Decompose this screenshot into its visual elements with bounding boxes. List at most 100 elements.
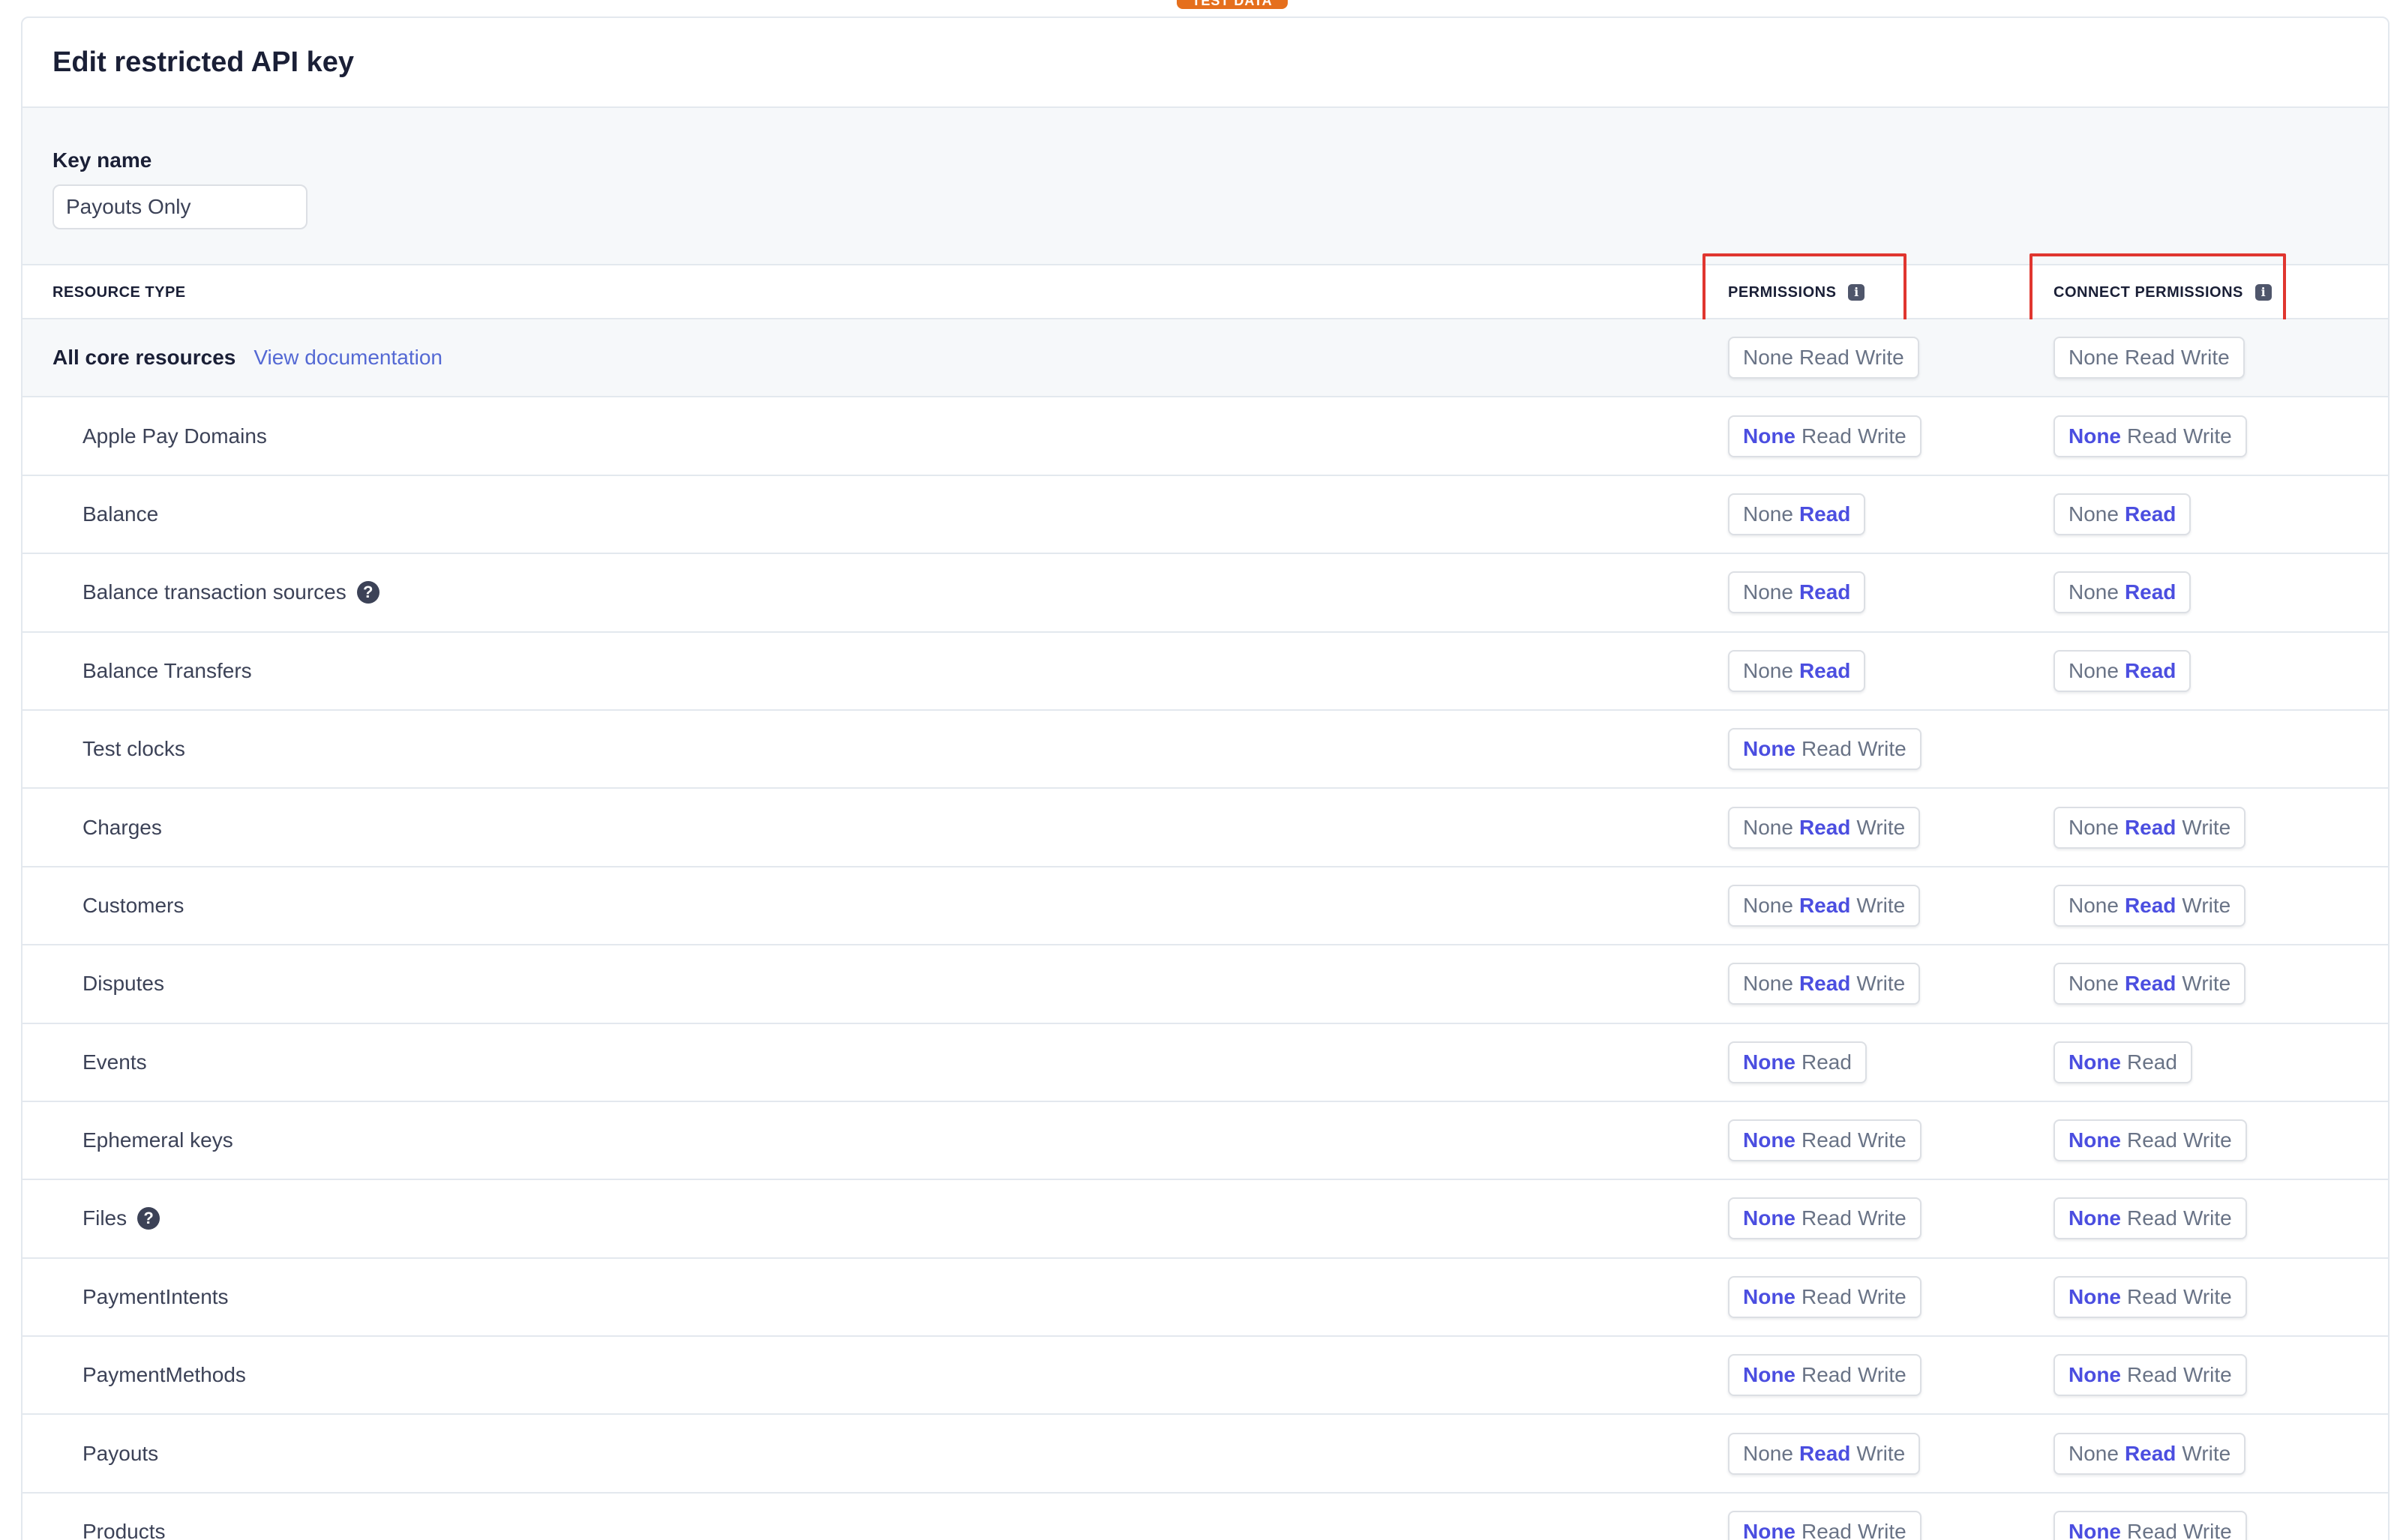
option-none[interactable]: None [2068,1128,2121,1152]
core-connect-permissions-segmented-control[interactable]: None Read Write [2054,337,2245,379]
option-read[interactable]: Read [1802,1206,1852,1230]
permissions-segmented-control[interactable]: None Read Write [1728,806,1921,849]
permissions-segmented-control[interactable]: None Read Write [1728,1197,1922,1240]
option-none[interactable]: None [1743,1050,1796,1074]
option-none[interactable]: None [2068,816,2119,840]
option-write[interactable]: Write [1858,1128,1906,1152]
option-none[interactable]: None [2068,580,2119,604]
connect-permissions-segmented-control[interactable]: None Read [2054,493,2192,535]
option-write[interactable]: Write [2183,424,2232,448]
option-read[interactable]: Read [2125,502,2176,526]
option-write[interactable]: Write [1858,737,1906,761]
permissions-segmented-control[interactable]: None Read Write [1728,1511,1922,1540]
connect-permissions-segmented-control[interactable]: None Read Write [2054,1275,2247,1318]
help-icon[interactable]: ? [356,581,380,604]
option-none[interactable]: None [2068,1442,2119,1466]
connect-permissions-segmented-control[interactable]: None Read Write [2054,1197,2247,1240]
option-write[interactable]: Write [2183,1206,2232,1230]
key-name-input[interactable] [52,184,308,229]
option-none[interactable]: None [1743,659,1793,683]
permissions-segmented-control[interactable]: None Read [1728,1041,1867,1083]
option-write[interactable]: Write [2182,816,2230,840]
option-none[interactable]: None [2068,1206,2121,1230]
option-read[interactable]: Read [2127,1363,2177,1387]
option-read[interactable]: Read [1802,1128,1852,1152]
connect-permissions-segmented-control[interactable]: None Read Write [2054,884,2246,927]
option-read[interactable]: Read [1802,424,1852,448]
option-read[interactable]: Read [2127,1050,2177,1074]
option-none[interactable]: None [1743,737,1796,761]
option-none[interactable]: None [2068,1520,2121,1540]
permissions-segmented-control[interactable]: None Read Write [1728,415,1922,457]
option-read[interactable]: Read [2127,1285,2177,1309]
option-none[interactable]: None [1743,424,1796,448]
option-read[interactable]: Read [1802,1520,1852,1540]
option-read[interactable]: Read [1799,502,1850,526]
option-write[interactable]: Write [1858,1520,1906,1540]
option-read[interactable]: Read [1799,659,1850,683]
option-write[interactable]: Write [2183,1128,2232,1152]
option-read[interactable]: Read [1802,737,1852,761]
option-write[interactable]: Write [2183,1285,2232,1309]
permissions-segmented-control[interactable]: None Read Write [1728,963,1921,1005]
connect-permissions-segmented-control[interactable]: None Read Write [2054,963,2246,1005]
option-read[interactable]: Read [2125,659,2176,683]
option-read[interactable]: Read [2125,972,2176,996]
option-none[interactable]: None [2068,894,2119,918]
option-read[interactable]: Read [2127,1520,2177,1540]
option-none[interactable]: None [1743,1285,1796,1309]
option-read[interactable]: Read [1799,972,1850,996]
permissions-segmented-control[interactable]: None Read Write [1728,1275,1922,1318]
option-none[interactable]: None [1743,580,1793,604]
option-read[interactable]: Read [2125,816,2176,840]
option-read[interactable]: Read [1802,1050,1852,1074]
option-read[interactable]: Read [1799,580,1850,604]
option-write[interactable]: Write [1858,424,1906,448]
option-write[interactable]: Write [1856,346,1904,370]
permissions-segmented-control[interactable]: None Read Write [1728,1119,1922,1162]
option-none[interactable]: None [2068,502,2119,526]
option-none[interactable]: None [1743,502,1793,526]
option-none[interactable]: None [2068,1363,2121,1387]
connect-permissions-segmented-control[interactable]: None Read [2054,571,2192,614]
option-none[interactable]: None [1743,346,1793,370]
option-read[interactable]: Read [2125,1442,2176,1466]
option-none[interactable]: None [1743,1206,1796,1230]
connect-permissions-segmented-control[interactable]: None Read Write [2054,1511,2247,1540]
permissions-segmented-control[interactable]: None Read Write [1728,1354,1922,1397]
option-none[interactable]: None [1743,1442,1793,1466]
option-none[interactable]: None [2068,1050,2121,1074]
connect-permissions-segmented-control[interactable]: None Read Write [2054,415,2247,457]
connect-permissions-segmented-control[interactable]: None Read [2054,1041,2192,1083]
option-read[interactable]: Read [1802,1285,1852,1309]
option-none[interactable]: None [1743,972,1793,996]
option-read[interactable]: Read [1799,894,1850,918]
option-write[interactable]: Write [1856,894,1905,918]
option-read[interactable]: Read [1799,816,1850,840]
option-write[interactable]: Write [2183,1363,2232,1387]
option-none[interactable]: None [2068,346,2119,370]
core-permissions-segmented-control[interactable]: None Read Write [1728,337,1919,379]
connect-permissions-segmented-control[interactable]: None Read Write [2054,806,2246,849]
option-none[interactable]: None [2068,1285,2121,1309]
option-none[interactable]: None [1743,1128,1796,1152]
option-none[interactable]: None [2068,659,2119,683]
permissions-segmented-control[interactable]: None Read Write [1728,1432,1921,1475]
option-read[interactable]: Read [2125,346,2175,370]
option-read[interactable]: Read [1799,346,1850,370]
option-write[interactable]: Write [2182,894,2230,918]
option-none[interactable]: None [1743,1363,1796,1387]
option-read[interactable]: Read [2127,1128,2177,1152]
option-read[interactable]: Read [2127,424,2177,448]
option-write[interactable]: Write [1856,1442,1905,1466]
option-read[interactable]: Read [2127,1206,2177,1230]
option-write[interactable]: Write [2181,346,2230,370]
option-read[interactable]: Read [1802,1363,1852,1387]
option-write[interactable]: Write [2182,972,2230,996]
connect-permissions-segmented-control[interactable]: None Read Write [2054,1432,2246,1475]
option-write[interactable]: Write [2182,1442,2230,1466]
option-none[interactable]: None [2068,972,2119,996]
option-write[interactable]: Write [2183,1520,2232,1540]
option-write[interactable]: Write [1856,816,1905,840]
option-read[interactable]: Read [2125,894,2176,918]
